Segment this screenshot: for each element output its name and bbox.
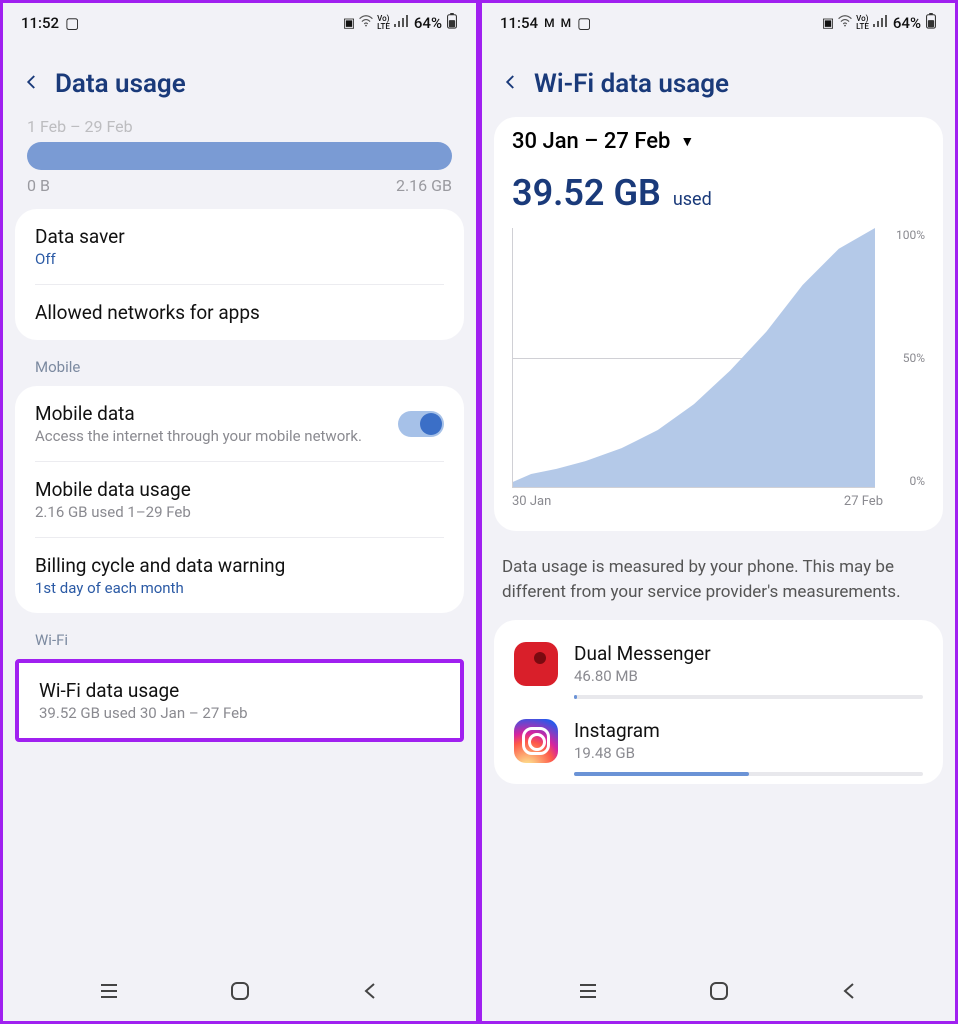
header: Wi-Fi data usage bbox=[482, 43, 955, 117]
y-0: 0% bbox=[887, 474, 925, 488]
row-wifi-usage[interactable]: Wi-Fi data usage 39.52 GB used 30 Jan – … bbox=[19, 663, 460, 738]
nav-back[interactable] bbox=[839, 980, 861, 1006]
signal-icon bbox=[873, 15, 887, 31]
volte-icon: Vo)LTE bbox=[856, 15, 869, 31]
nav-back[interactable] bbox=[360, 980, 382, 1006]
gmail-icon: M bbox=[561, 16, 572, 30]
navbar bbox=[482, 965, 955, 1021]
section-mobile: Mobile bbox=[15, 354, 464, 386]
card-general: Data saver Off Allowed networks for apps bbox=[15, 209, 464, 340]
battery-percent: 64% bbox=[414, 14, 442, 32]
wifi-icon bbox=[359, 15, 373, 31]
app-name: Instagram bbox=[574, 719, 923, 742]
row-data-saver[interactable]: Data saver Off bbox=[15, 209, 464, 284]
signal-icon bbox=[394, 15, 408, 31]
billing-title: Billing cycle and data warning bbox=[35, 554, 444, 577]
wifi-usage-title: Wi-Fi data usage bbox=[39, 679, 440, 702]
wifi-usage-sub: 39.52 GB used 30 Jan – 27 Feb bbox=[39, 704, 440, 722]
usage-chart: 100% 50% 0% bbox=[512, 228, 925, 488]
phone-wifi-usage: 11:54 M M ▢ ▣ Vo)LTE 64% bbox=[479, 0, 958, 1024]
gmail-icon: M bbox=[544, 16, 555, 30]
battery-icon bbox=[925, 13, 937, 33]
status-bar: 11:54 M M ▢ ▣ Vo)LTE 64% bbox=[482, 3, 955, 43]
header: Data usage bbox=[3, 43, 476, 117]
chart-area bbox=[513, 228, 875, 487]
card-wifi: Wi-Fi data usage 39.52 GB used 30 Jan – … bbox=[15, 659, 464, 742]
usage-min: 0 B bbox=[27, 176, 50, 195]
app-row-dual-messenger[interactable]: Dual Messenger 46.80 MB bbox=[512, 630, 925, 707]
billing-sub: 1st day of each month bbox=[35, 579, 444, 597]
y-100: 100% bbox=[887, 228, 925, 242]
battery-saver-icon: ▣ bbox=[822, 16, 834, 31]
total-usage: 39.52 GB bbox=[512, 172, 661, 214]
phone-data-usage: 11:52 ▢ ▣ Vo)LTE 64% bbox=[0, 0, 479, 1024]
app-size: 19.48 GB bbox=[574, 744, 923, 762]
usage-bar bbox=[27, 142, 452, 170]
nav-home[interactable] bbox=[708, 980, 730, 1006]
page-title: Data usage bbox=[55, 69, 186, 99]
battery-saver-icon: ▣ bbox=[343, 16, 355, 31]
status-time: 11:52 bbox=[21, 14, 59, 32]
dual-messenger-icon bbox=[514, 642, 558, 686]
data-saver-sub: Off bbox=[35, 250, 444, 268]
period-text: 30 Jan – 27 Feb bbox=[512, 129, 670, 154]
status-time: 11:54 bbox=[500, 14, 538, 32]
row-mobile-usage[interactable]: Mobile data usage 2.16 GB used 1–29 Feb bbox=[15, 462, 464, 537]
back-button[interactable] bbox=[502, 73, 520, 95]
nav-home[interactable] bbox=[229, 980, 251, 1006]
app-size: 46.80 MB bbox=[574, 667, 923, 685]
screenshot-icon: ▢ bbox=[577, 14, 591, 32]
period-text: 1 Feb – 29 Feb bbox=[15, 117, 464, 142]
data-saver-title: Data saver bbox=[35, 225, 444, 248]
page-title: Wi-Fi data usage bbox=[534, 69, 729, 99]
mobile-data-title: Mobile data bbox=[35, 402, 388, 425]
mobile-usage-sub: 2.16 GB used 1–29 Feb bbox=[35, 503, 444, 521]
row-billing[interactable]: Billing cycle and data warning 1st day o… bbox=[15, 538, 464, 613]
period-selector[interactable]: 30 Jan – 27 Feb ▼ bbox=[512, 129, 925, 154]
measurement-note: Data usage is measured by your phone. Th… bbox=[494, 541, 943, 620]
card-apps: Dual Messenger 46.80 MB Instagram 19.48 … bbox=[494, 620, 943, 784]
app-usage-bar bbox=[574, 772, 923, 776]
x-end: 27 Feb bbox=[844, 494, 883, 509]
instagram-icon bbox=[514, 719, 558, 763]
mobile-usage-title: Mobile data usage bbox=[35, 478, 444, 501]
screenshot-icon: ▢ bbox=[65, 14, 79, 32]
row-allowed-networks[interactable]: Allowed networks for apps bbox=[15, 285, 464, 340]
battery-icon bbox=[446, 13, 458, 33]
navbar bbox=[3, 965, 476, 1021]
used-label: used bbox=[673, 189, 712, 210]
dropdown-icon: ▼ bbox=[680, 133, 694, 150]
y-50: 50% bbox=[887, 351, 925, 365]
app-row-instagram[interactable]: Instagram 19.48 GB bbox=[512, 707, 925, 784]
volte-icon: Vo)LTE bbox=[377, 15, 390, 31]
row-mobile-data[interactable]: Mobile data Access the internet through … bbox=[15, 386, 464, 461]
nav-recent[interactable] bbox=[577, 980, 599, 1006]
allowed-title: Allowed networks for apps bbox=[35, 301, 444, 324]
x-start: 30 Jan bbox=[512, 494, 551, 509]
wifi-icon bbox=[838, 15, 852, 31]
mobile-data-toggle[interactable] bbox=[398, 411, 444, 437]
status-bar: 11:52 ▢ ▣ Vo)LTE 64% bbox=[3, 3, 476, 43]
section-wifi: Wi-Fi bbox=[15, 627, 464, 659]
nav-recent[interactable] bbox=[98, 980, 120, 1006]
battery-percent: 64% bbox=[893, 14, 921, 32]
usage-max: 2.16 GB bbox=[396, 176, 452, 195]
mobile-data-sub: Access the internet through your mobile … bbox=[35, 427, 388, 445]
card-period: 30 Jan – 27 Feb ▼ 39.52 GB used 100 bbox=[494, 117, 943, 531]
app-name: Dual Messenger bbox=[574, 642, 923, 665]
back-button[interactable] bbox=[23, 73, 41, 95]
app-usage-bar bbox=[574, 695, 923, 699]
card-mobile: Mobile data Access the internet through … bbox=[15, 386, 464, 613]
